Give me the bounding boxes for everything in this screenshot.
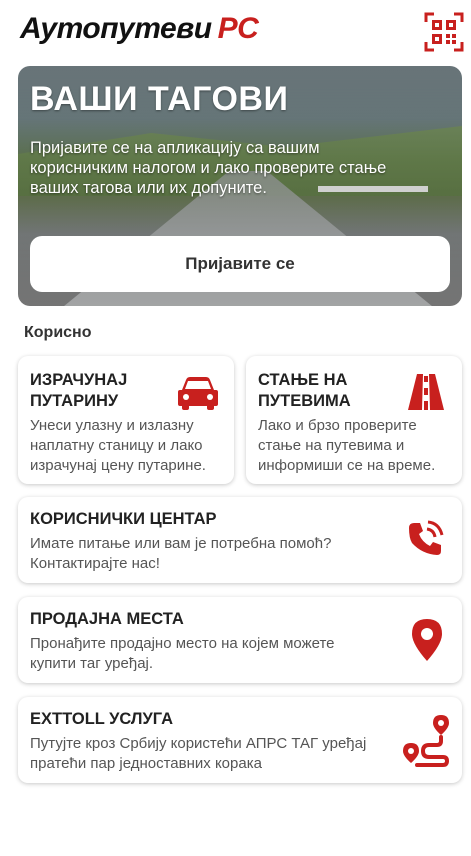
app-logo: Аутопутеви РС <box>20 12 259 46</box>
route-icon <box>403 715 450 767</box>
calculate-toll-card[interactable]: ИЗРАЧУНАЈ ПУТАРИНУ Унеси улазну и излазн… <box>18 356 234 484</box>
app-header: Аутопутеви РС <box>0 0 471 64</box>
exttoll-service-card[interactable]: EXTTOLL УСЛУГА Путујте кроз Србију корис… <box>18 697 462 783</box>
logo-accent: РС <box>217 12 259 45</box>
map-pin-icon <box>412 619 442 661</box>
hero-title: ВАШИ ТАГОВИ <box>30 80 289 118</box>
card-title: EXTTOLL УСЛУГА <box>30 710 173 728</box>
phone-call-icon <box>409 520 444 555</box>
card-description: Лако и брзо проверите стање на путевима … <box>258 417 436 474</box>
road-icon <box>408 374 444 410</box>
card-title: ПРОДАЈНА МЕСТА <box>30 610 184 628</box>
customer-center-card[interactable]: КОРИСНИЧКИ ЦЕНТАР Имате питање или вам ј… <box>18 497 462 583</box>
card-description: Унеси улазну и излазну наплатну станицу … <box>30 417 206 474</box>
card-title: СТАЊЕ НА ПУТЕВИМА <box>258 371 351 410</box>
road-conditions-card[interactable]: СТАЊЕ НА ПУТЕВИМА Лако и брзо проверите … <box>246 356 462 484</box>
login-button[interactable]: Пријавите се <box>30 236 450 292</box>
card-description: Имате питање или вам је потребна помоћ? … <box>30 535 332 572</box>
qr-code-icon <box>424 12 464 52</box>
section-title: Корисно <box>24 324 92 341</box>
card-title: КОРИСНИЧКИ ЦЕНТАР <box>30 510 217 528</box>
car-icon <box>178 377 218 410</box>
hero-description: Пријавите се на апликацију са вашим кори… <box>30 139 387 197</box>
card-title: ИЗРАЧУНАЈ ПУТАРИНУ <box>30 371 128 410</box>
qr-code-button[interactable] <box>424 12 464 52</box>
card-description: Пронађите продајно место на којем можете… <box>30 635 335 672</box>
tags-hero-banner: ВАШИ ТАГОВИ Пријавите се на апликацију с… <box>18 66 462 306</box>
points-of-sale-card[interactable]: ПРОДАЈНА МЕСТА Пронађите продајно место … <box>18 597 462 683</box>
card-description: Путујте кроз Србију користећи АПРС ТАГ у… <box>30 735 367 772</box>
logo-text: Аутопутеви <box>20 12 212 45</box>
